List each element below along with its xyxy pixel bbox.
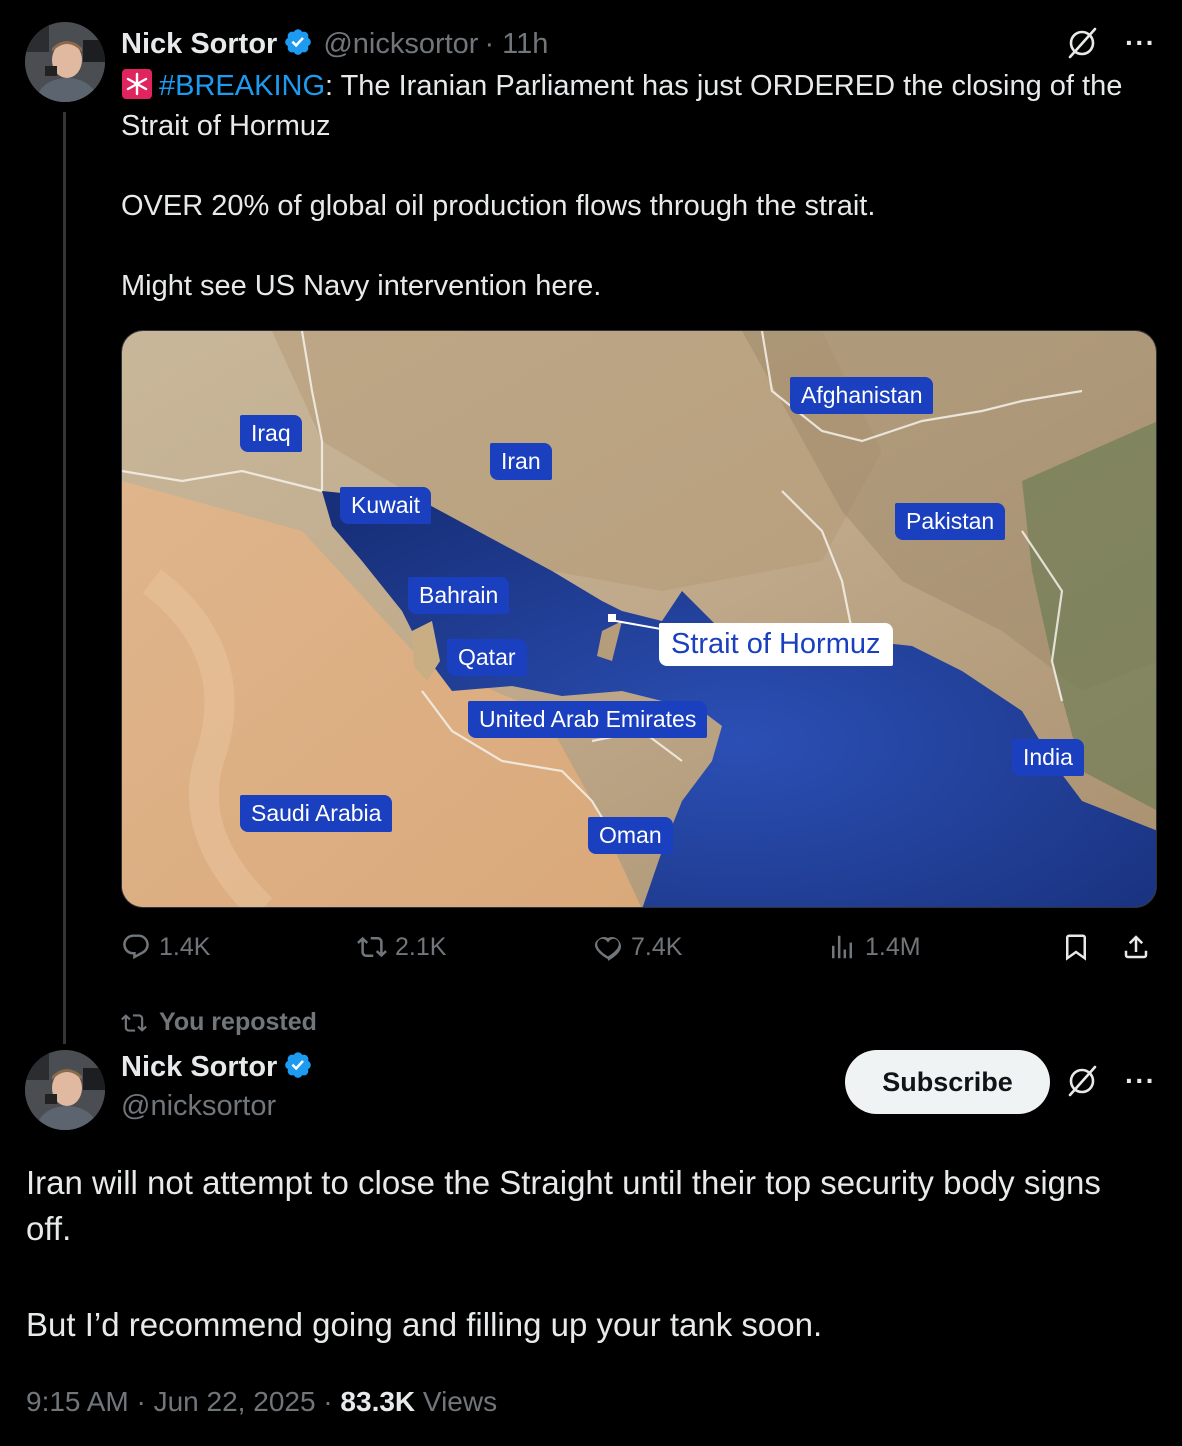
thread-connector-line (63, 112, 66, 1044)
map-label-qatar: Qatar (447, 639, 527, 676)
tweet-time[interactable]: · 11h (484, 28, 548, 61)
map-label-saudi-arabia: Saudi Arabia (240, 795, 393, 832)
map-label-afghanistan: Afghanistan (790, 377, 934, 414)
repost-icon (357, 936, 387, 958)
tweet-map-image[interactable]: Iraq Iran Afghanistan Kuwait Pakistan Ba… (121, 330, 1157, 908)
views-chart-icon (832, 935, 852, 959)
map-label-strait-of-hormuz: Strait of Hormuz (659, 623, 893, 666)
siren-emoji-icon (121, 68, 153, 100)
reply-icon (123, 934, 149, 960)
avatar[interactable] (25, 22, 105, 102)
views-button[interactable]: 1.4M (827, 932, 921, 962)
tweet-paragraph: #BREAKING: The Iranian Parliament has ju… (121, 66, 1131, 146)
map-label-uae: United Arab Emirates (468, 701, 708, 738)
repost-button[interactable]: 2.1K (357, 932, 446, 962)
tweet-timestamp[interactable]: 9:15 AM · Jun 22, 2025 · (26, 1386, 340, 1417)
like-button[interactable]: 7.4K (593, 932, 682, 962)
tweet-paragraph: Iran will not attempt to close the Strai… (26, 1164, 1101, 1247)
verified-badge-icon[interactable] (283, 1050, 313, 1085)
tweet-header: Nick Sortor (121, 1050, 313, 1085)
map-label-pakistan: Pakistan (895, 503, 1006, 540)
grok-icon[interactable] (1065, 26, 1099, 60)
repost-notice-label: You reposted (159, 1008, 317, 1036)
author-handle[interactable]: @nicksortor (323, 28, 478, 61)
author-name[interactable]: Nick Sortor (121, 1051, 277, 1084)
hashtag-link[interactable]: #BREAKING (159, 70, 325, 102)
repost-count: 2.1K (395, 932, 447, 961)
grok-icon[interactable] (1065, 1064, 1099, 1098)
views-label: Views (415, 1386, 498, 1417)
tweet-top-actions: ··· (1065, 1064, 1156, 1098)
tweet-meta: 9:15 AM · Jun 22, 2025 · 83.3K Views (26, 1386, 497, 1418)
verified-badge-icon[interactable] (283, 27, 313, 62)
more-icon[interactable]: ··· (1125, 1067, 1156, 1095)
author-name[interactable]: Nick Sortor (121, 28, 277, 61)
tweet-body: #BREAKING: The Iranian Parliament has ju… (121, 66, 1131, 306)
map-label-bahrain: Bahrain (408, 577, 510, 614)
more-icon[interactable]: ··· (1125, 29, 1156, 57)
tweet-paragraph: But I’d recommend going and filling up y… (26, 1306, 823, 1343)
subscribe-button[interactable]: Subscribe (845, 1050, 1050, 1114)
share-button[interactable] (1121, 932, 1151, 962)
repost-icon (121, 1013, 147, 1032)
map-label-iraq: Iraq (240, 415, 302, 452)
tweet-top-actions: ··· (1065, 26, 1156, 60)
author-handle[interactable]: @nicksortor (121, 1090, 276, 1123)
map-label-kuwait: Kuwait (340, 487, 432, 524)
share-icon (1124, 935, 1148, 959)
map-label-india: India (1012, 739, 1084, 776)
bookmark-icon (1066, 934, 1086, 961)
views-count: 1.4M (865, 932, 921, 961)
bookmark-button[interactable] (1061, 932, 1091, 962)
reply-count: 1.4K (159, 932, 211, 961)
views-count: 83.3K (340, 1386, 416, 1417)
map-label-oman: Oman (588, 817, 673, 854)
repost-notice: You reposted (121, 1008, 317, 1037)
like-count: 7.4K (631, 932, 683, 961)
tweet-body: Iran will not attempt to close the Strai… (26, 1160, 1146, 1348)
tweet-paragraph: OVER 20% of global oil production flows … (121, 190, 876, 222)
map-label-iran: Iran (490, 443, 552, 480)
heart-icon (594, 936, 622, 961)
avatar[interactable] (25, 1050, 105, 1130)
tweet-action-bar: 1.4K 2.1K 7.4K 1.4M (121, 932, 1161, 976)
tweet-paragraph: Might see US Navy intervention here. (121, 270, 602, 302)
reply-button[interactable]: 1.4K (121, 932, 210, 962)
tweet-header: Nick Sortor @nicksortor · 11h (121, 24, 548, 64)
